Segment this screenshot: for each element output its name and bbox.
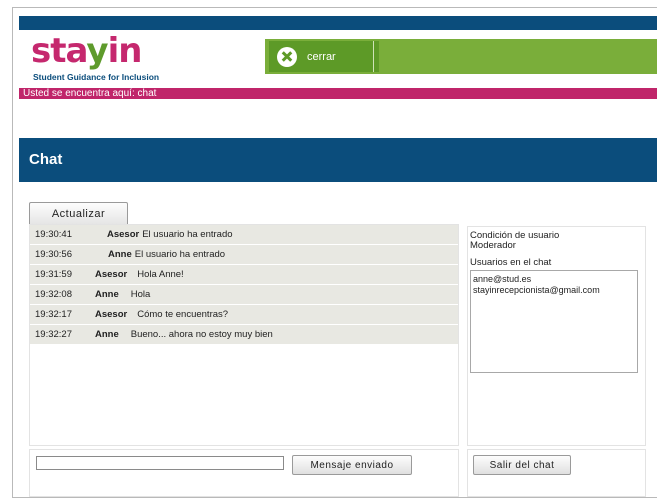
message-user: Asesor	[95, 269, 128, 280]
message-time: 19:30:41	[35, 229, 72, 240]
page-title: Chat	[29, 151, 63, 168]
message-text: El usuario ha entrado	[134, 249, 226, 260]
logo-wordmark: stayin	[31, 31, 143, 71]
top-bar	[19, 16, 657, 30]
message-row: 19:30:41 Asesor El usuario ha entrado	[30, 225, 458, 244]
message-text: Bueno... ahora no estoy muy bien	[130, 329, 273, 340]
message-row: 19:31:59 Asesor Hola Anne!	[30, 265, 458, 284]
message-time: 19:31:59	[35, 269, 72, 280]
send-message-button[interactable]: Mensaje enviado	[292, 455, 412, 475]
message-text: Hola Anne!	[137, 269, 184, 280]
message-row: 19:32:17 Asesor Cómo te encuentras?	[30, 305, 458, 324]
page-title-bar: Chat	[19, 138, 657, 182]
logo-text-y: y	[86, 31, 108, 71]
users-in-chat-label: Usuarios en el chat	[470, 257, 552, 268]
message-user: Anne	[95, 289, 119, 300]
message-row: 19:32:08 Anne Hola	[30, 285, 458, 304]
message-row: 19:30:56 Anne El usuario ha entrado	[30, 245, 458, 264]
user-list-item[interactable]: anne@stud.es	[473, 274, 635, 285]
message-text: Cómo te encuentras?	[137, 309, 229, 320]
message-user: Anne	[95, 329, 119, 340]
message-text: Hola	[130, 289, 151, 300]
leave-chat-button[interactable]: Salir del chat	[473, 455, 571, 475]
message-input[interactable]	[36, 456, 284, 470]
user-condition-value: Moderador	[470, 240, 516, 251]
nav-divider	[373, 41, 374, 72]
close-button[interactable]: cerrar	[269, 41, 379, 72]
message-text: El usuario ha entrado	[142, 229, 233, 240]
message-user: Asesor	[107, 229, 140, 240]
message-time: 19:30:56	[35, 249, 72, 260]
message-time: 19:32:17	[35, 309, 72, 320]
leave-chat-panel: Salir del chat	[467, 449, 646, 497]
message-row: 19:32:27 Anne Bueno... ahora no estoy mu…	[30, 325, 458, 344]
app-window: stayin Student Guidance for Inclusion ce…	[12, 7, 657, 498]
logo-text-in: in	[107, 31, 143, 71]
user-list-item[interactable]: stayinrecepcionista@gmail.com	[473, 285, 635, 296]
user-info-panel: Condición de usuario Moderador Usuarios …	[467, 226, 646, 446]
logo-text-sta: sta	[31, 31, 87, 71]
message-time: 19:32:27	[35, 329, 72, 340]
users-list[interactable]: anne@stud.es stayinrecepcionista@gmail.c…	[470, 270, 638, 373]
refresh-button[interactable]: Actualizar	[29, 202, 128, 226]
message-time: 19:32:08	[35, 289, 72, 300]
breadcrumb: Usted se encuentra aquí: chat	[19, 88, 657, 99]
logo-tagline: Student Guidance for Inclusion	[33, 72, 160, 82]
message-list[interactable]: 19:30:41 Asesor El usuario ha entrado 19…	[29, 224, 459, 446]
stayin-logo[interactable]: stayin Student Guidance for Inclusion	[31, 32, 271, 84]
message-user: Asesor	[95, 309, 128, 320]
close-icon	[277, 46, 297, 67]
message-composer: Mensaje enviado	[29, 449, 459, 497]
close-label: cerrar	[307, 50, 336, 63]
message-user: Anne	[108, 249, 132, 260]
